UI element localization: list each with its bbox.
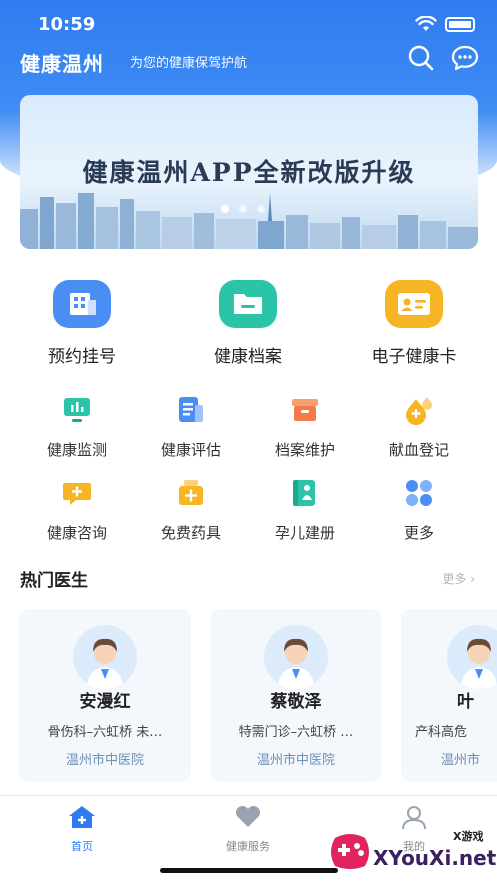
tab-home[interactable]: 首页 [22,804,142,854]
doctor-avatar [264,625,328,689]
app-subtitle: 为您的健康保驾护航 [130,56,248,71]
doctor-department: 特需门诊–六虹桥 … [238,725,354,740]
doctor-hospital: 温州市 [441,753,481,768]
doctor-name: 安漫红 [79,692,131,712]
service-health-monitor[interactable]: 健康监测 [22,395,132,460]
wifi-icon [415,16,437,31]
banner-title: 健康温州APP全新改版升级 [82,158,416,187]
doctor-name: 叶 [457,692,474,712]
battery-icon [445,16,475,32]
city-skyline-illustration [20,193,478,249]
service-appointment[interactable]: 预约挂号 [12,280,152,367]
hot-doctors-title: 热门医生 [20,571,88,591]
promo-banner[interactable]: 健康温州APP全新改版升级 [20,95,478,249]
service-health-consult[interactable]: 健康咨询 [22,478,132,543]
doctor-hospital: 温州市中医院 [256,753,335,768]
doctor-avatar [447,625,497,689]
more-label: 更多 [442,572,467,586]
top-bar: 健康温州 为您的健康保驾护航 [0,44,497,78]
document-icon [179,397,203,422]
message-icon[interactable] [451,44,479,72]
banner-dot[interactable] [221,205,229,213]
grid-more-icon [406,480,432,506]
banner-pagination [221,205,265,213]
doctor-card[interactable]: 安漫红 骨伤科–六虹桥 未… 温州市中医院 [19,609,191,782]
service-label: 健康咨询 [46,524,107,542]
medicine-box-icon [179,480,203,505]
status-icons [415,16,475,32]
blood-drop-icon [406,397,432,425]
doctor-card[interactable]: 蔡敬泽 特需门诊–六虹桥 … 温州市中医院 [210,609,382,782]
service-health-card[interactable]: 电子健康卡 [344,280,484,367]
monitor-icon [64,398,90,422]
banner-dot[interactable] [239,205,247,213]
folder-icon [219,280,277,328]
service-label: 免费药具 [160,524,221,542]
service-label: 电子健康卡 [371,347,457,367]
tab-health-services[interactable]: 健康服务 [188,804,308,854]
service-label: 档案维护 [274,441,335,459]
hospital-icon [53,280,111,328]
service-more[interactable]: 更多 [364,478,474,543]
service-label: 健康评估 [160,441,221,459]
tab-label: 首页 [71,840,93,853]
heart-hand-icon [235,805,261,827]
watermark-small-text: X游戏 [453,830,484,843]
baby-book-icon [293,480,315,506]
status-bar: 10:59 [0,0,497,50]
chat-bubble-icon [63,483,91,505]
app-title: 健康温州 [20,52,104,76]
home-icon [69,806,95,828]
service-health-record[interactable]: 健康档案 [178,280,318,367]
service-label: 献血登记 [388,441,449,459]
tab-label: 健康服务 [226,840,270,853]
archive-box-icon [292,399,318,421]
service-label: 更多 [403,524,434,542]
home-indicator [160,868,338,873]
doctor-hospital: 温州市中医院 [65,753,144,768]
service-label: 健康监测 [46,441,107,459]
banner-dot[interactable] [257,205,265,213]
service-label: 孕儿建册 [274,524,335,542]
service-label: 预约挂号 [48,347,116,367]
service-label: 健康档案 [214,347,282,367]
id-card-icon [385,280,443,328]
status-time: 10:59 [38,14,96,35]
more-doctors-link[interactable]: 更多 › [442,570,475,587]
service-blood-donation[interactable]: 献血登记 [364,395,474,460]
site-watermark: X游戏 XYouXi.net [325,820,497,880]
chevron-right-icon: › [470,572,475,586]
service-pregnancy-booklet[interactable]: 孕儿建册 [250,478,360,543]
watermark-text: XYouXi.net [373,846,497,870]
doctor-department: 骨伤科–六虹桥 未… [47,725,163,740]
search-icon[interactable] [407,44,435,72]
doctor-avatar [73,625,137,689]
service-record-maintenance[interactable]: 档案维护 [250,395,360,460]
service-free-medicine[interactable]: 免费药具 [136,478,246,543]
service-health-assessment[interactable]: 健康评估 [136,395,246,460]
doctor-department: 产科高危 [415,725,468,740]
doctor-card[interactable]: 叶 产科高危 温州市 [401,609,497,782]
doctor-name: 蔡敬泽 [270,692,322,712]
